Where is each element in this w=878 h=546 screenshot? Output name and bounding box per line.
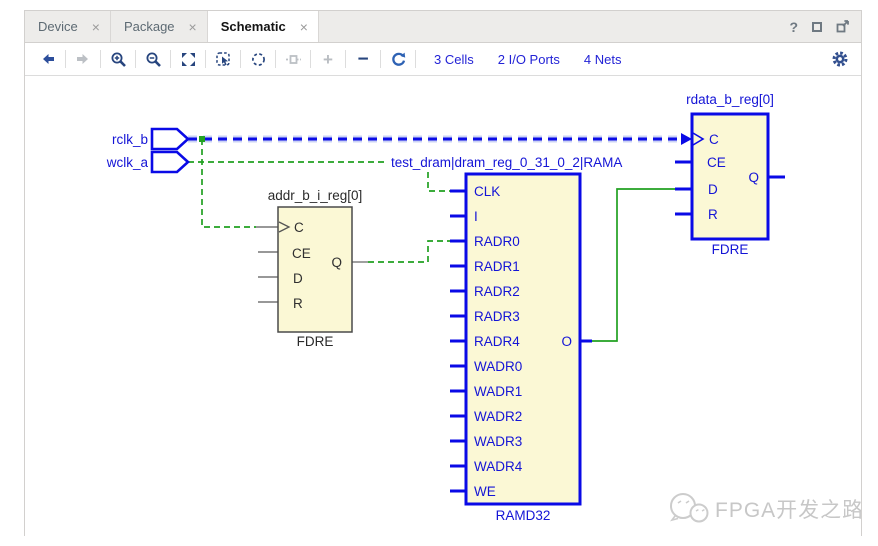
schematic-toolbar: + − 3 Cells 2 I/O Ports 4 Nets bbox=[25, 43, 861, 76]
pin-label-clk: CLK bbox=[474, 184, 500, 199]
cell-ramd32[interactable]: test_dram|dram_reg_0_31_0_2|RAMA bbox=[387, 155, 649, 523]
cell-ram-pins-left[interactable] bbox=[450, 191, 466, 491]
remove-from-schematic-button[interactable]: − bbox=[350, 47, 376, 71]
forward-button[interactable] bbox=[70, 47, 96, 71]
pin-label-c: C bbox=[294, 220, 304, 235]
settings-gear-icon[interactable] bbox=[831, 50, 849, 68]
stat-cells[interactable]: 3 Cells bbox=[434, 52, 474, 67]
cell-addr-type: FDRE bbox=[297, 334, 334, 349]
float-window-icon[interactable] bbox=[836, 20, 849, 33]
pin-label-c: C bbox=[709, 132, 719, 147]
window-controls: ? bbox=[789, 11, 861, 42]
forward-arrow-icon bbox=[75, 51, 91, 67]
pin-label-radr0: RADR0 bbox=[474, 234, 520, 249]
vivado-window: Device × Package × Schematic × ? bbox=[0, 0, 878, 546]
maximize-icon[interactable] bbox=[812, 22, 822, 32]
back-arrow-icon bbox=[40, 51, 56, 67]
pin-label-q: Q bbox=[748, 170, 759, 185]
refresh-icon bbox=[390, 51, 407, 68]
zoom-to-selected-button[interactable] bbox=[210, 47, 236, 71]
port-wclk-a-label: wclk_a bbox=[106, 155, 149, 170]
net-arrowhead bbox=[681, 133, 692, 145]
tab-package-label: Package bbox=[124, 19, 175, 34]
schematic-stats: 3 Cells 2 I/O Ports 4 Nets bbox=[434, 52, 621, 67]
pin-label-ce: CE bbox=[707, 155, 726, 170]
tab-schematic[interactable]: Schematic × bbox=[208, 11, 319, 42]
zoom-out-button[interactable] bbox=[140, 47, 166, 71]
autofit-selected-icon bbox=[250, 51, 267, 68]
pin-label-wadr1: WADR1 bbox=[474, 384, 522, 399]
schematic-drawing: rclk_b wclk_a addr_b_i_reg[0] bbox=[25, 76, 861, 537]
net-ram-o[interactable] bbox=[592, 189, 675, 341]
wechat-logo-icon bbox=[671, 494, 708, 522]
net-rclk-b[interactable] bbox=[188, 133, 692, 145]
pin-label-q: Q bbox=[331, 255, 342, 270]
zoom-in-button[interactable] bbox=[105, 47, 131, 71]
zoom-fit-button[interactable] bbox=[175, 47, 201, 71]
tab-package[interactable]: Package × bbox=[111, 11, 208, 42]
minus-icon: − bbox=[357, 50, 368, 69]
tab-package-close-icon[interactable]: × bbox=[189, 20, 197, 34]
cell-ram-title: test_dram|dram_reg_0_31_0_2|RAMA bbox=[391, 155, 622, 170]
autofit-selected-button[interactable] bbox=[245, 47, 271, 71]
plus-icon: + bbox=[323, 51, 333, 68]
pin-label-radr4: RADR4 bbox=[474, 334, 520, 349]
pin-label-ce: CE bbox=[292, 246, 311, 261]
tab-bar: Device × Package × Schematic × ? bbox=[25, 11, 861, 43]
port-rclk-b-symbol[interactable] bbox=[152, 129, 188, 149]
pin-label-radr2: RADR2 bbox=[474, 284, 520, 299]
pin-label-radr3: RADR3 bbox=[474, 309, 520, 324]
port-rclk-b-label: rclk_b bbox=[112, 132, 148, 147]
regenerate-button[interactable] bbox=[385, 47, 411, 71]
pin-label-o: O bbox=[561, 334, 572, 349]
zoom-fit-icon bbox=[180, 51, 197, 68]
pin-label-r: R bbox=[708, 207, 718, 222]
stat-nets[interactable]: 4 Nets bbox=[584, 52, 622, 67]
pin-label-wadr2: WADR2 bbox=[474, 409, 522, 424]
tab-device-close-icon[interactable]: × bbox=[92, 20, 100, 34]
schematic-panel: Device × Package × Schematic × ? bbox=[24, 10, 862, 536]
cell-ram-type: RAMD32 bbox=[496, 508, 551, 523]
expand-cone-icon bbox=[285, 51, 302, 68]
cell-rdata-title: rdata_b_reg[0] bbox=[686, 92, 774, 107]
port-wclk-a-symbol[interactable] bbox=[152, 152, 188, 172]
help-icon[interactable]: ? bbox=[789, 19, 798, 35]
pin-label-r: R bbox=[293, 296, 303, 311]
cell-addr-b-i-reg[interactable]: addr_b_i_reg[0] C CE D R Q FDRE bbox=[256, 188, 368, 349]
net-junction bbox=[199, 136, 205, 142]
cell-rdata-b-reg[interactable]: rdata_b_reg[0] C CE D R Q FDRE bbox=[675, 92, 785, 257]
tab-schematic-label: Schematic bbox=[221, 19, 286, 34]
zoom-out-icon bbox=[145, 51, 162, 68]
tab-device[interactable]: Device × bbox=[25, 11, 111, 42]
tab-schematic-close-icon[interactable]: × bbox=[300, 20, 308, 34]
pin-label-d: D bbox=[708, 182, 718, 197]
port-rclk-b[interactable]: rclk_b bbox=[112, 129, 188, 149]
pin-label-d: D bbox=[293, 271, 303, 286]
pin-label-wadr3: WADR3 bbox=[474, 434, 522, 449]
cell-addr-title: addr_b_i_reg[0] bbox=[268, 188, 363, 203]
zoom-in-icon bbox=[110, 51, 127, 68]
tab-device-label: Device bbox=[38, 19, 78, 34]
schematic-canvas[interactable]: rclk_b wclk_a addr_b_i_reg[0] bbox=[25, 76, 861, 542]
stat-io-ports[interactable]: 2 I/O Ports bbox=[498, 52, 560, 67]
cell-rdata-type: FDRE bbox=[712, 242, 749, 257]
watermark-text: FPGA开发之路 bbox=[715, 499, 861, 522]
pin-label-wadr4: WADR4 bbox=[474, 459, 523, 474]
net-clock-branch[interactable] bbox=[199, 136, 256, 227]
pin-label-we: WE bbox=[474, 484, 496, 499]
pin-label-radr1: RADR1 bbox=[474, 259, 520, 274]
expand-cone-button[interactable] bbox=[280, 47, 306, 71]
pin-label-i: I bbox=[474, 209, 478, 224]
watermark: FPGA开发之路 bbox=[671, 494, 861, 522]
pin-label-wadr0: WADR0 bbox=[474, 359, 522, 374]
back-button[interactable] bbox=[35, 47, 61, 71]
port-wclk-a[interactable]: wclk_a bbox=[106, 152, 188, 172]
zoom-to-selected-icon bbox=[215, 51, 232, 68]
add-to-schematic-button[interactable]: + bbox=[315, 47, 341, 71]
net-addr-q[interactable] bbox=[368, 241, 450, 262]
